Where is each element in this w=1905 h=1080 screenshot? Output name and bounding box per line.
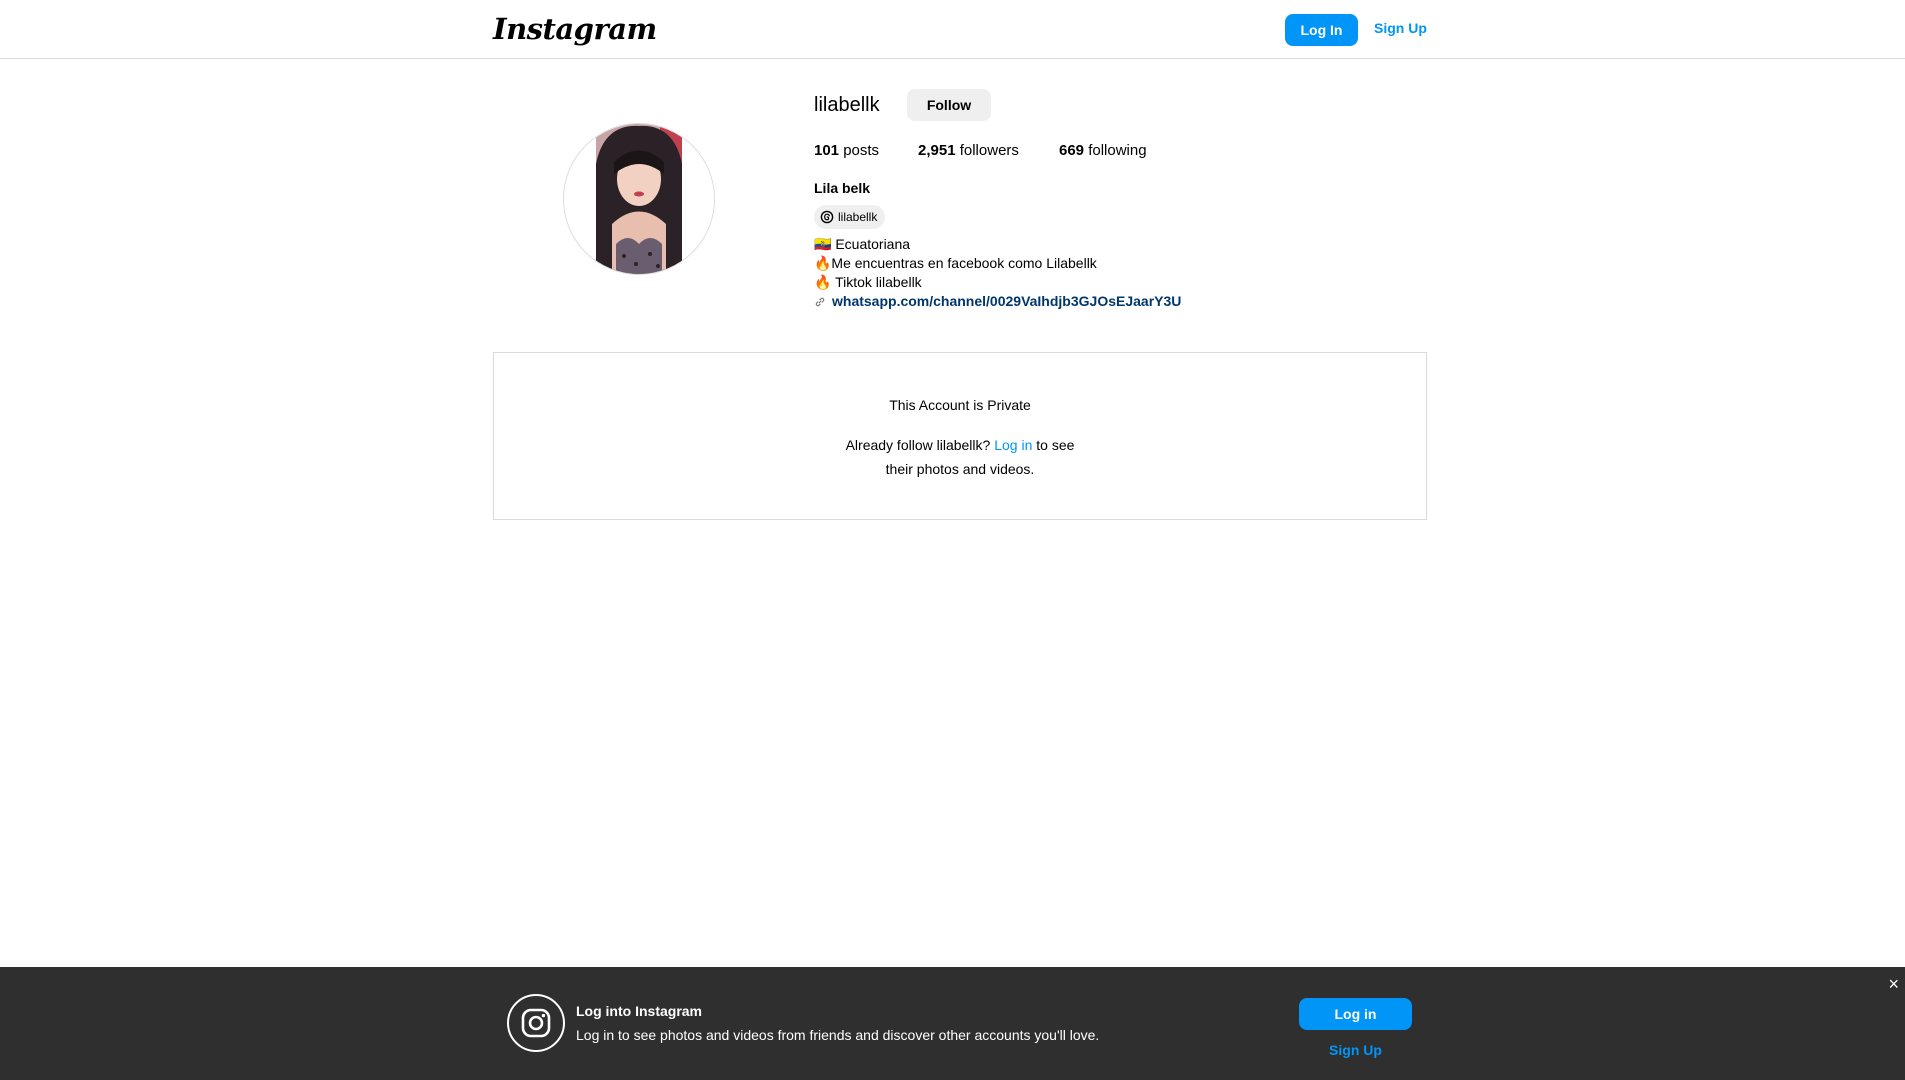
banner-subtitle: Log in to see photos and videos from fri… bbox=[576, 1027, 1100, 1043]
private-login-link[interactable]: Log in bbox=[994, 437, 1032, 453]
signup-link[interactable]: Sign Up bbox=[1374, 20, 1427, 36]
followers-count: 2,951 bbox=[918, 142, 956, 159]
followers-stat[interactable]: 2,951 followers bbox=[918, 142, 1019, 159]
banner-title: Log into Instagram bbox=[576, 1003, 702, 1019]
login-banner: × Log into Instagram Log in to see photo… bbox=[0, 967, 1905, 1080]
posts-count: 101 bbox=[814, 142, 840, 159]
posts-stat: 101 posts bbox=[814, 142, 879, 159]
private-account-notice: This Account is Private Already follow l… bbox=[493, 352, 1427, 520]
threads-badge[interactable]: lilabellk bbox=[814, 205, 886, 229]
posts-label: posts bbox=[843, 142, 880, 159]
private-text-before: Already follow lilabellk? bbox=[845, 437, 991, 453]
bio-line: 🔥 Tiktok lilabellk bbox=[814, 274, 922, 290]
bio-line: 🔥Me encuentras en facebook como Lilabell… bbox=[814, 255, 1097, 271]
following-label: following bbox=[1088, 142, 1147, 159]
camera-glyph bbox=[521, 1008, 551, 1038]
following-stat[interactable]: 669 following bbox=[1059, 142, 1147, 159]
following-count: 669 bbox=[1059, 142, 1085, 159]
top-navigation-bar: Instagram Log In Sign Up bbox=[0, 0, 1905, 59]
banner-login-button[interactable]: Log in bbox=[1299, 998, 1412, 1030]
private-text-after: to see bbox=[1036, 437, 1075, 453]
profile-username: lilabellk bbox=[814, 94, 880, 116]
bio-line: 🇪🇨 Ecuatoriana bbox=[814, 236, 911, 252]
avatar-photo bbox=[564, 124, 714, 274]
profile-full-name: Lila belk bbox=[814, 180, 871, 196]
login-button[interactable]: Log In bbox=[1285, 14, 1358, 46]
profile-avatar[interactable] bbox=[563, 123, 715, 275]
link-icon bbox=[815, 297, 825, 306]
bio-link-text[interactable]: whatsapp.com/channel/0029VaIhdjb3GJOsEJa… bbox=[832, 292, 1181, 311]
threads-handle: lilabellk bbox=[838, 210, 878, 224]
banner-signup-link[interactable]: Sign Up bbox=[1299, 1042, 1412, 1058]
instagram-camera-icon bbox=[507, 994, 565, 1052]
instagram-logo[interactable]: Instagram bbox=[493, 12, 657, 46]
threads-icon bbox=[820, 210, 834, 224]
bio-external-link[interactable]: whatsapp.com/channel/0029VaIhdjb3GJOsEJa… bbox=[814, 292, 1181, 311]
followers-label: followers bbox=[959, 142, 1019, 159]
close-icon[interactable]: × bbox=[1888, 975, 1899, 993]
private-title: This Account is Private bbox=[889, 397, 1031, 413]
profile-bio: 🇪🇨 Ecuatoriana 🔥Me encuentras en faceboo… bbox=[814, 235, 1181, 311]
follow-button[interactable]: Follow bbox=[907, 89, 991, 121]
private-text-after-2: their photos and videos. bbox=[885, 461, 1035, 477]
private-description: Already follow lilabellk? Log in to see … bbox=[494, 433, 1426, 481]
